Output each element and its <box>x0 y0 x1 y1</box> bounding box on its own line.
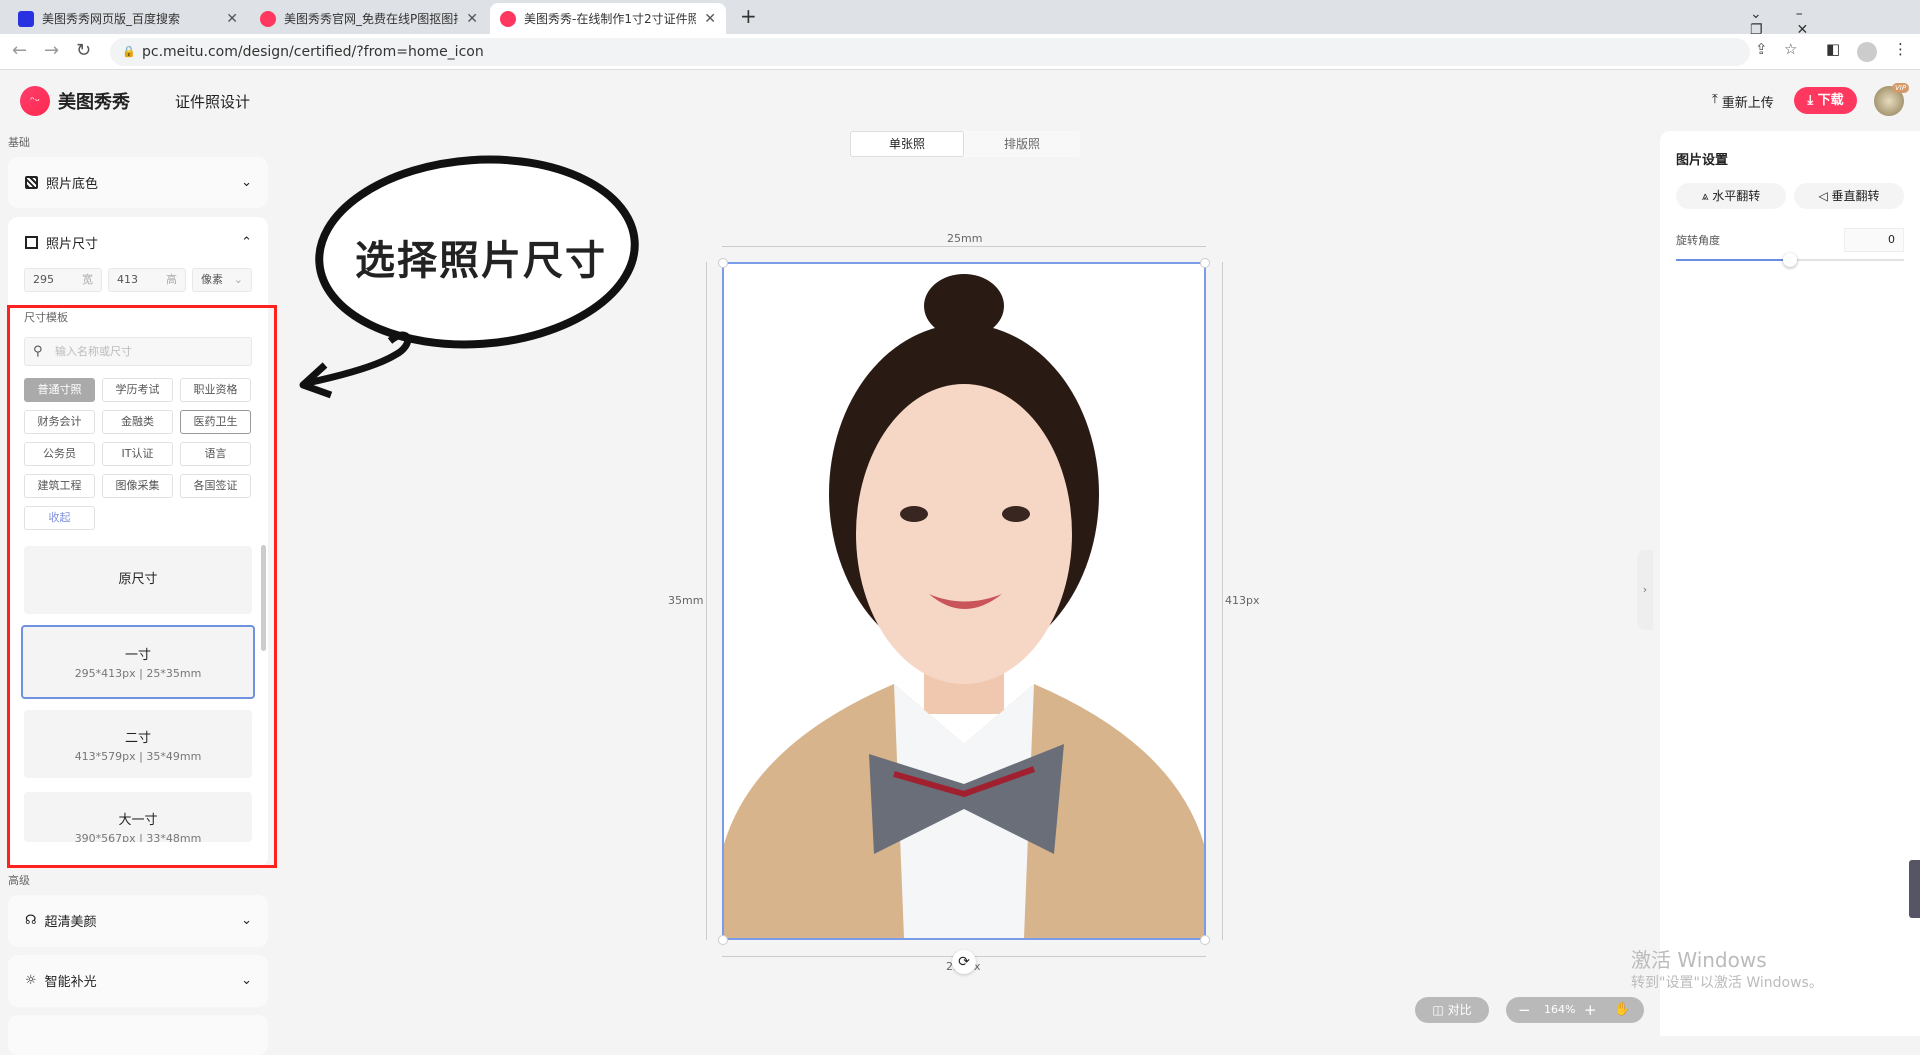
resize-handle[interactable] <box>1200 935 1210 945</box>
reload-icon[interactable]: ↻ <box>76 40 91 61</box>
stripes-icon <box>25 175 38 189</box>
chevron-down-icon: ⌄ <box>233 273 243 286</box>
compare-icon: ◫ <box>1432 1003 1444 1017</box>
height-input[interactable]: 413 高 <box>108 268 186 292</box>
unit-select[interactable]: 像素 ⌄ <box>192 268 252 292</box>
share-icon[interactable]: ⇪ <box>1755 40 1768 58</box>
zoom-out-button[interactable]: − <box>1518 997 1531 1023</box>
chevron-down-icon: ⌄ <box>241 174 252 190</box>
rotate-icon[interactable]: ⟳ <box>952 950 976 974</box>
lock-icon: 🔒 <box>122 45 136 58</box>
vip-badge: VIP <box>1892 83 1910 93</box>
top-dimension-label: 25mm <box>947 232 983 245</box>
close-tab-icon[interactable]: ✕ <box>226 11 238 27</box>
rotate-slider-track[interactable] <box>1676 253 1904 267</box>
zoom-level: 164% <box>1544 1003 1576 1016</box>
width-input[interactable]: 295 宽 <box>24 268 102 292</box>
rotate-slider-handle[interactable] <box>1783 253 1797 267</box>
browser-tab-bar: 美图秀秀网页版_百度搜索 ✕ 美图秀秀官网_免费在线P图抠图排 ✕ 美图秀秀-在… <box>0 0 1920 38</box>
meitu-icon <box>260 10 276 27</box>
browser-tab-active[interactable]: 美图秀秀-在线制作1寸2寸证件照 ✕ <box>490 3 726 34</box>
more-panel[interactable] <box>8 1015 268 1055</box>
star-icon[interactable]: ☆ <box>1784 40 1797 58</box>
new-tab-button[interactable]: + <box>740 4 757 28</box>
close-tab-icon[interactable]: ✕ <box>704 11 716 27</box>
tab-layout-photo[interactable]: 排版照 <box>964 131 1080 157</box>
back-icon[interactable]: ← <box>12 40 27 61</box>
flip-horizontal-button[interactable]: ⩓ 水平翻转 <box>1676 183 1786 209</box>
compare-button[interactable]: ◫ 对比 <box>1415 997 1489 1023</box>
page-title: 证件照设计 <box>175 93 251 111</box>
download-button[interactable]: ⤓ 下载 <box>1794 87 1857 114</box>
beauty-panel[interactable]: ☊ 超清美颜 ⌄ <box>8 895 268 947</box>
hand-pan-icon[interactable]: ✋ <box>1614 997 1630 1023</box>
close-tab-icon[interactable]: ✕ <box>466 11 478 27</box>
photo-size-header[interactable]: 照片尺寸 ⌃ <box>8 217 268 267</box>
baidu-paw-icon <box>18 10 34 27</box>
windows-activation-subtitle: 转到"设置"以激活 Windows。 <box>1631 975 1823 991</box>
image-settings-panel: 图片设置 ⩓ 水平翻转 ◁ 垂直翻转 旋转角度 0 <box>1660 131 1920 1036</box>
browser-tab[interactable]: 美图秀秀官网_免费在线P图抠图排 ✕ <box>250 3 488 34</box>
meitu-logo-icon[interactable]: ᵔᵕ <box>20 86 50 116</box>
lamp-icon: ☼ <box>25 972 37 988</box>
side-widget[interactable] <box>1909 860 1920 918</box>
bg-color-panel[interactable]: 照片底色 ⌄ <box>8 157 268 208</box>
top-dimension-line <box>722 246 1206 247</box>
section-label-advanced: 高级 <box>8 874 30 887</box>
rotate-slider-fill <box>1676 259 1790 261</box>
meitu-icon <box>500 10 516 27</box>
collapse-right-panel-icon[interactable]: › <box>1637 550 1653 630</box>
left-dimension-label: 35mm <box>668 594 704 607</box>
flip-vertical-icon: ◁ <box>1818 189 1828 203</box>
face-icon: ☊ <box>25 912 37 928</box>
crop-frame-icon <box>25 235 38 249</box>
flip-horizontal-icon: ⩓ <box>1701 189 1709 203</box>
address-bar-row: ← → ↻ 🔒 pc.meitu.com/design/certified/?f… <box>0 34 1920 70</box>
light-panel[interactable]: ☼ 智能补光 ⌄ <box>8 955 268 1007</box>
browser-tab[interactable]: 美图秀秀网页版_百度搜索 ✕ <box>8 3 248 34</box>
resize-handle[interactable] <box>718 935 728 945</box>
url-input[interactable]: 🔒 pc.meitu.com/design/certified/?from=ho… <box>110 38 1750 66</box>
windows-activation-title: 激活 Windows <box>1631 948 1767 972</box>
right-dimension-line <box>1222 262 1223 940</box>
resize-handle[interactable] <box>1200 258 1210 268</box>
zoom-in-button[interactable]: + <box>1584 997 1597 1023</box>
chevron-down-icon: ⌄ <box>241 912 252 928</box>
zoom-control: − 164% + ✋ <box>1506 997 1644 1023</box>
download-icon: ⤓ <box>1807 93 1814 108</box>
brand-name[interactable]: 美图秀秀 <box>58 88 130 114</box>
panel-title: 图片设置 <box>1676 153 1729 168</box>
reupload-button[interactable]: ⤒ 重新上传 <box>1712 92 1774 111</box>
chevron-down-icon: ⌄ <box>241 972 252 988</box>
rotate-angle-input[interactable]: 0 <box>1844 228 1904 252</box>
menu-icon[interactable]: ⋮ <box>1893 40 1908 58</box>
tab-single-photo[interactable]: 单张照 <box>850 131 964 157</box>
left-dimension-line <box>706 262 707 940</box>
profile-icon[interactable] <box>1857 42 1877 62</box>
flip-vertical-button[interactable]: ◁ 垂直翻转 <box>1794 183 1904 209</box>
canvas-mode-tabs: 单张照 排版照 <box>850 131 1080 157</box>
highlight-box <box>7 305 277 868</box>
resize-handle[interactable] <box>718 258 728 268</box>
sidepanel-icon[interactable]: ◧ <box>1826 40 1840 58</box>
rotate-label: 旋转角度 <box>1676 234 1720 247</box>
right-dimension-label: 413px <box>1225 594 1260 607</box>
portrait-image <box>724 274 1204 938</box>
annotation-text: 选择照片尺寸 <box>355 237 607 284</box>
app-header: ᵔᵕ 美图秀秀 证件照设计 ⤒ 重新上传 ⤓ 下载 VIP <box>0 70 1920 132</box>
chevron-up-icon: ⌃ <box>241 234 252 250</box>
forward-icon[interactable]: → <box>44 40 59 61</box>
upload-icon: ⤒ <box>1712 92 1718 107</box>
id-photo[interactable] <box>722 262 1206 940</box>
section-label-basic: 基础 <box>8 136 30 149</box>
